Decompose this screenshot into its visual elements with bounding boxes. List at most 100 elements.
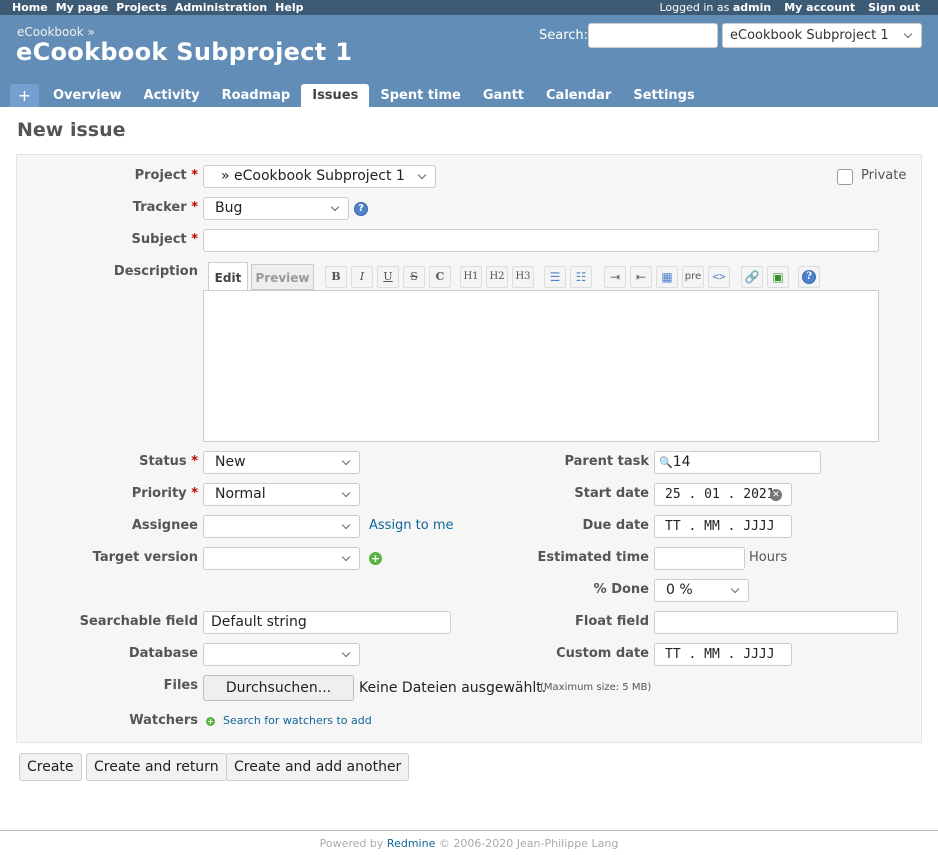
menu-sign-out[interactable]: Sign out [868, 0, 920, 15]
search-watchers-link[interactable]: Search for watchers to add [223, 714, 372, 727]
user-link[interactable]: admin [733, 1, 771, 14]
description-textarea[interactable] [203, 290, 879, 442]
search-input[interactable] [588, 23, 718, 48]
add-version-icon[interactable]: + [369, 552, 382, 565]
add-watcher-icon: + [206, 717, 215, 726]
project-jump-select[interactable]: eCookbook Subproject 1 [722, 23, 922, 48]
float-field-label: Float field [575, 614, 649, 629]
done-ratio-label: % Done [593, 582, 649, 597]
hours-label: Hours [749, 550, 788, 565]
status-label: Status * [139, 454, 198, 469]
no-files-text: Keine Dateien ausgewählt. [359, 680, 547, 696]
assign-to-me-link[interactable]: Assign to me [369, 518, 454, 533]
done-ratio-select[interactable]: 0 % [654, 579, 749, 602]
custom-date-input[interactable]: TT . MM . JJJJ [654, 643, 792, 666]
menu-help[interactable]: Help [275, 0, 303, 15]
heading-3-icon[interactable]: H3 [512, 266, 534, 288]
table-icon[interactable]: ▦ [656, 266, 678, 288]
chevron-down-icon [903, 29, 913, 39]
heading-1-icon[interactable]: H1 [460, 266, 482, 288]
start-date-label: Start date [574, 486, 649, 501]
subject-input[interactable] [203, 229, 879, 252]
magnifier-icon: 🔍 [659, 456, 673, 469]
italic-icon[interactable]: I [351, 266, 373, 288]
create-and-return-button[interactable]: Create and return [86, 753, 227, 781]
due-date-input[interactable]: TT . MM . JJJJ [654, 515, 792, 538]
tab-spent-time[interactable]: Spent time [369, 84, 472, 107]
status-select[interactable]: New [203, 451, 360, 474]
float-field-input[interactable] [654, 611, 898, 634]
chevron-down-icon [341, 488, 351, 498]
outdent-icon[interactable]: ⇤ [630, 266, 652, 288]
searchable-field-input[interactable]: Default string [203, 611, 451, 634]
chevron-down-icon [341, 456, 351, 466]
tab-preview[interactable]: Preview [251, 264, 314, 290]
underline-icon[interactable]: U [377, 266, 399, 288]
estimated-time-input[interactable] [654, 547, 745, 570]
indent-icon[interactable]: ⇥ [604, 266, 626, 288]
browse-files-button[interactable]: Durchsuchen... [203, 675, 354, 701]
description-label: Description [113, 264, 198, 279]
tab-settings[interactable]: Settings [622, 84, 705, 107]
tab-gantt[interactable]: Gantt [472, 84, 535, 107]
chevron-down-icon [341, 648, 351, 658]
start-date-input[interactable]: 25 . 01 . 2021 ✕ [654, 483, 792, 506]
tab-calendar[interactable]: Calendar [535, 84, 622, 107]
project-title: eCookbook Subproject 1 [16, 38, 353, 66]
preformatted-icon[interactable]: pre [682, 266, 704, 288]
tracker-label: Tracker * [132, 200, 198, 215]
due-date-label: Due date [582, 518, 650, 533]
create-and-add-another-button[interactable]: Create and add another [226, 753, 410, 781]
tracker-select[interactable]: Bug [203, 197, 349, 220]
subject-label: Subject * [131, 232, 198, 247]
clear-icon[interactable]: ✕ [770, 489, 782, 501]
files-label: Files [163, 678, 198, 693]
menu-my-account[interactable]: My account [784, 0, 855, 15]
priority-select[interactable]: Normal [203, 483, 360, 506]
image-icon[interactable]: ▣ [767, 266, 789, 288]
chevron-down-icon [341, 552, 351, 562]
target-version-select[interactable] [203, 547, 360, 570]
main-menu-tabs: + Overview Activity Roadmap Issues Spent… [10, 84, 706, 107]
create-button[interactable]: Create [19, 753, 82, 781]
project-select[interactable]: » eCookbook Subproject 1 [203, 165, 436, 188]
private-checkbox[interactable] [837, 169, 853, 185]
parent-project-link[interactable]: eCookbook » [17, 25, 95, 39]
target-version-label: Target version [92, 550, 198, 565]
custom-date-label: Custom date [556, 646, 649, 661]
redmine-link[interactable]: Redmine [387, 837, 435, 850]
help-icon[interactable]: ? [354, 202, 368, 216]
ordered-list-icon[interactable]: ☷ [570, 266, 592, 288]
watchers-label: Watchers [129, 713, 198, 728]
searchable-field-label: Searchable field [79, 614, 198, 629]
strikethrough-icon[interactable]: S [403, 266, 425, 288]
menu-projects[interactable]: Projects [116, 0, 167, 15]
parent-task-input[interactable]: 🔍14 [654, 451, 821, 474]
priority-label: Priority * [131, 486, 198, 501]
menu-my-page[interactable]: My page [56, 0, 109, 15]
menu-home[interactable]: Home [12, 0, 48, 15]
tab-edit[interactable]: Edit [208, 262, 248, 291]
tab-overview[interactable]: Overview [42, 84, 133, 107]
top-menu: Home My page Projects Administration Hel… [0, 0, 938, 15]
chevron-down-icon [330, 202, 340, 212]
new-object-button[interactable]: + [10, 84, 39, 107]
tab-issues[interactable]: Issues [301, 84, 370, 107]
inline-code-icon[interactable]: C [429, 266, 451, 288]
code-highlight-icon[interactable]: <> [708, 266, 730, 288]
heading-2-icon[interactable]: H2 [486, 266, 508, 288]
menu-administration[interactable]: Administration [175, 0, 267, 15]
link-icon[interactable]: 🔗 [741, 266, 763, 288]
logged-in-as: Logged in as admin [659, 1, 772, 14]
database-label: Database [128, 646, 198, 661]
help-icon[interactable]: ? [798, 266, 820, 288]
assignee-select[interactable] [203, 515, 360, 538]
database-select[interactable] [203, 643, 360, 666]
tab-roadmap[interactable]: Roadmap [211, 84, 302, 107]
tab-activity[interactable]: Activity [133, 84, 211, 107]
chevron-down-icon [417, 170, 427, 180]
page-title: New issue [17, 119, 126, 141]
estimated-time-label: Estimated time [537, 550, 649, 565]
unordered-list-icon[interactable]: ☰ [544, 266, 566, 288]
bold-icon[interactable]: B [325, 266, 347, 288]
